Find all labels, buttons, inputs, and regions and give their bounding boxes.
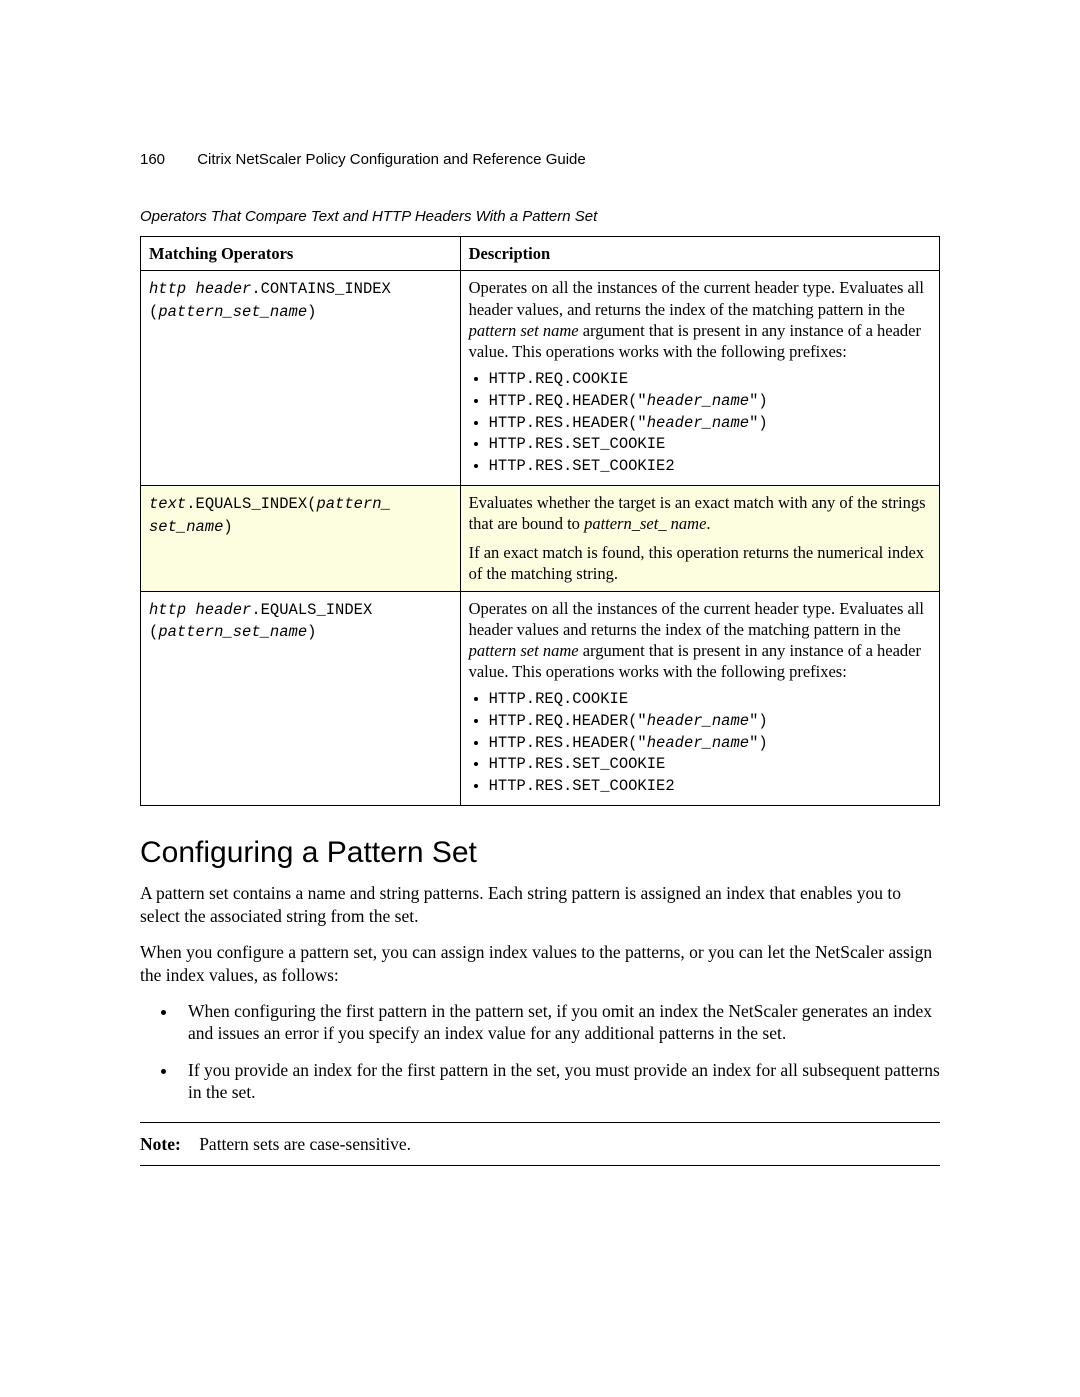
table-row: text.EQUALS_INDEX(pattern_ set_name) Eva…: [141, 486, 940, 591]
list-item: When configuring the first pattern in th…: [178, 1000, 940, 1045]
operator-cell: http header.CONTAINS_INDEX (pattern_set_…: [141, 271, 461, 486]
body-bullet-list: When configuring the first pattern in th…: [140, 1000, 940, 1104]
operators-table: Matching Operators Description http head…: [140, 236, 940, 806]
list-item: HTTP.REQ.COOKIE: [489, 690, 931, 710]
running-header: 160 Citrix NetScaler Policy Configuratio…: [140, 150, 940, 169]
operator-cell: http header.EQUALS_INDEX (pattern_set_na…: [141, 591, 461, 806]
list-item: HTTP.RES.SET_COOKIE2: [489, 457, 931, 477]
prefix-list: HTTP.REQ.COOKIE HTTP.REQ.HEADER("header_…: [469, 690, 931, 797]
description-cell: Evaluates whether the target is an exact…: [460, 486, 939, 591]
running-title: Citrix NetScaler Policy Configuration an…: [197, 151, 586, 168]
body-paragraph: A pattern set contains a name and string…: [140, 882, 940, 927]
list-item: HTTP.RES.SET_COOKIE: [489, 755, 931, 775]
body-paragraph: When you configure a pattern set, you ca…: [140, 941, 940, 986]
list-item: HTTP.REQ.HEADER("header_name"): [489, 392, 931, 412]
list-item: HTTP.REQ.COOKIE: [489, 370, 931, 390]
note-text: Pattern sets are case-sensitive.: [199, 1134, 411, 1154]
section-heading: Configuring a Pattern Set: [140, 834, 940, 872]
list-item: HTTP.RES.HEADER("header_name"): [489, 414, 931, 434]
list-item: HTTP.RES.SET_COOKIE: [489, 435, 931, 455]
operator-cell: text.EQUALS_INDEX(pattern_ set_name): [141, 486, 461, 591]
page-number: 160: [140, 150, 165, 169]
table-header-row: Matching Operators Description: [141, 237, 940, 271]
table-row: http header.EQUALS_INDEX (pattern_set_na…: [141, 591, 940, 806]
prefix-list: HTTP.REQ.COOKIE HTTP.REQ.HEADER("header_…: [469, 370, 931, 477]
list-item: HTTP.REQ.HEADER("header_name"): [489, 712, 931, 732]
table-caption: Operators That Compare Text and HTTP Hea…: [140, 207, 940, 226]
description-cell: Operates on all the instances of the cur…: [460, 591, 939, 806]
col-header-operators: Matching Operators: [141, 237, 461, 271]
description-cell: Operates on all the instances of the cur…: [460, 271, 939, 486]
table-row: http header.CONTAINS_INDEX (pattern_set_…: [141, 271, 940, 486]
note-label: Note:: [140, 1134, 181, 1154]
note-block: Note: Pattern sets are case-sensitive.: [140, 1122, 940, 1166]
list-item: HTTP.RES.HEADER("header_name"): [489, 734, 931, 754]
list-item: HTTP.RES.SET_COOKIE2: [489, 777, 931, 797]
list-item: If you provide an index for the first pa…: [178, 1059, 940, 1104]
col-header-description: Description: [460, 237, 939, 271]
